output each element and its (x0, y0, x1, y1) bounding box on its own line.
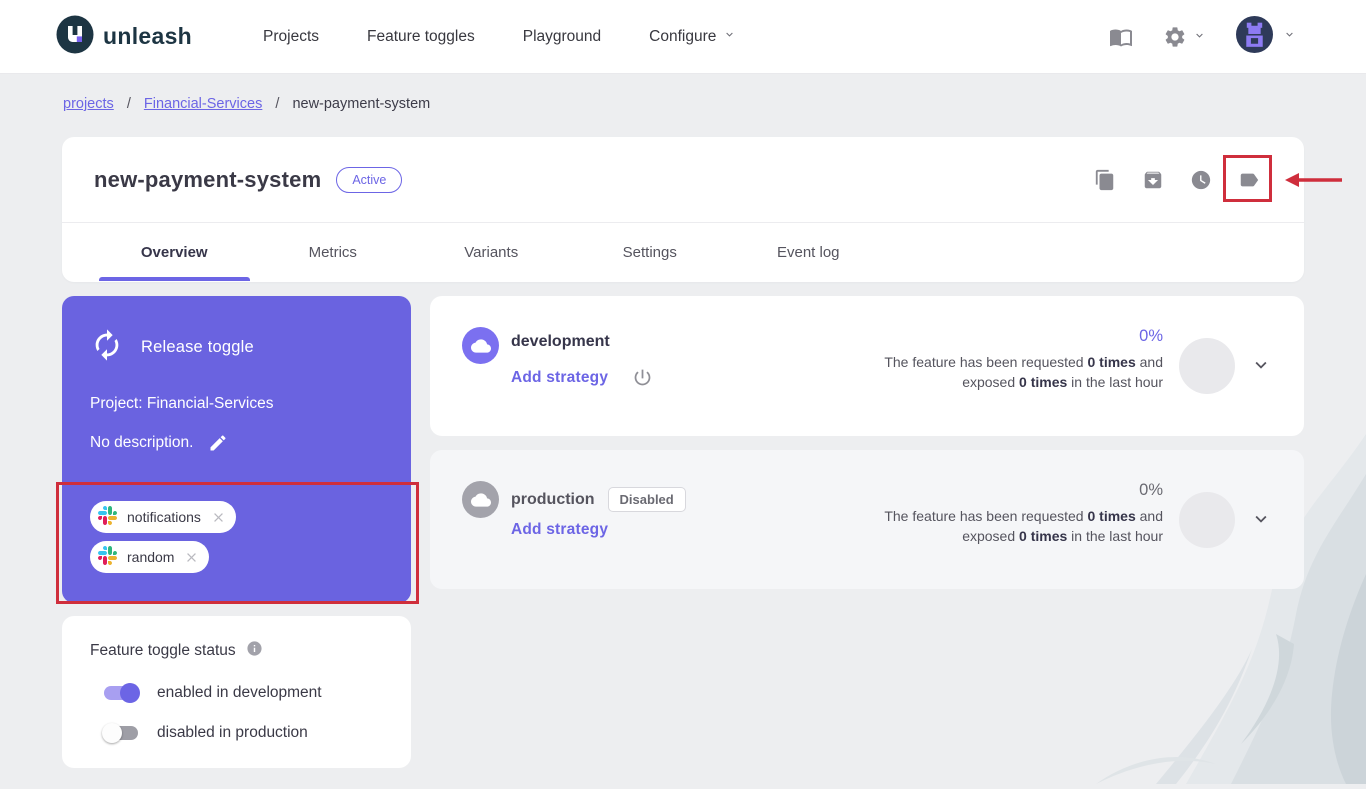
nav-configure-label: Configure (649, 28, 716, 46)
tag-list: notifications random (90, 501, 383, 573)
unleash-logo-icon (56, 15, 94, 59)
breadcrumb-separator: / (275, 96, 279, 112)
environment-name: development (511, 333, 610, 351)
page-title: new-payment-system (94, 167, 321, 193)
settings-gear-menu[interactable] (1163, 25, 1206, 49)
expand-environment-button[interactable] (1250, 354, 1272, 376)
breadcrumb-current: new-payment-system (292, 96, 430, 112)
tab-settings[interactable]: Settings (571, 223, 730, 281)
nav-projects[interactable]: Projects (263, 28, 319, 46)
feature-header-card: new-payment-system Active Overview Metri… (62, 137, 1304, 282)
unleash-logo[interactable]: unleash (56, 15, 192, 59)
tag-icon (1238, 169, 1260, 191)
nav-playground[interactable]: Playground (523, 28, 601, 46)
edit-description-button[interactable] (208, 433, 228, 453)
release-toggle-icon (90, 328, 124, 367)
toggle-development-label: enabled in development (157, 684, 322, 702)
tab-event-log[interactable]: Event log (729, 223, 888, 281)
documentation-book-icon[interactable] (1109, 25, 1133, 49)
main-nav-links: Projects Feature toggles Playground Conf… (263, 28, 736, 46)
chevron-down-icon (1283, 28, 1296, 46)
gear-icon (1163, 25, 1187, 49)
metrics-summary: The feature has been requested 0 times a… (883, 352, 1163, 392)
disable-environment-button[interactable] (632, 367, 653, 388)
environment-cloud-icon (462, 481, 499, 518)
feature-info-card: Release toggle Project: Financial-Servic… (62, 296, 411, 603)
brand-name: unleash (103, 23, 192, 50)
tag-label: random (127, 549, 174, 565)
feature-tabs: Overview Metrics Variants Settings Event… (62, 223, 1304, 281)
nav-feature-toggles[interactable]: Feature toggles (367, 28, 475, 46)
metrics-summary: The feature has been requested 0 times a… (883, 506, 1163, 546)
top-nav: unleash Projects Feature toggles Playgro… (0, 0, 1366, 74)
expand-environment-button[interactable] (1250, 508, 1272, 530)
environment-card-development: development Add strategy 0% The feature … (430, 296, 1304, 436)
tab-variants[interactable]: Variants (412, 223, 571, 281)
tab-metrics[interactable]: Metrics (254, 223, 413, 281)
add-strategy-link[interactable]: Add strategy (511, 369, 608, 387)
disabled-badge: Disabled (608, 487, 686, 512)
close-icon (184, 550, 199, 565)
toggle-production-switch[interactable] (104, 726, 138, 740)
nav-configure[interactable]: Configure (649, 28, 736, 46)
breadcrumb-project-name[interactable]: Financial-Services (144, 96, 262, 112)
tag-chip-random: random (90, 541, 209, 573)
toggle-type-label: Release toggle (141, 338, 254, 357)
slack-icon (98, 546, 117, 568)
archive-icon (1142, 169, 1164, 191)
exposure-percent: 0% (883, 327, 1163, 346)
copy-feature-button[interactable] (1094, 169, 1116, 191)
toggle-development-switch[interactable] (104, 686, 138, 700)
chevron-down-icon (723, 28, 736, 46)
tag-chip-notifications: notifications (90, 501, 236, 533)
archive-feature-button[interactable] (1142, 169, 1164, 191)
avatar (1236, 16, 1273, 58)
metrics-donut-placeholder (1179, 492, 1235, 548)
feature-status-card: Feature toggle status enabled in develop… (62, 616, 411, 768)
history-button[interactable] (1190, 169, 1212, 191)
exposure-percent: 0% (883, 481, 1163, 500)
description-text: No description. (90, 434, 193, 452)
project-line: Project: Financial-Services (90, 395, 383, 413)
breadcrumb-separator: / (127, 96, 131, 112)
environment-cloud-icon (462, 327, 499, 364)
slack-icon (98, 506, 117, 528)
chevron-down-icon (1250, 354, 1272, 376)
remove-tag-button[interactable] (184, 550, 199, 565)
status-card-title: Feature toggle status (90, 642, 236, 660)
user-menu[interactable] (1236, 16, 1296, 58)
status-badge: Active (336, 167, 402, 193)
copy-icon (1094, 169, 1116, 191)
metrics-donut-placeholder (1179, 338, 1235, 394)
chevron-down-icon (1193, 29, 1206, 45)
remove-tag-button[interactable] (211, 510, 226, 525)
breadcrumb-projects[interactable]: projects (63, 96, 114, 112)
info-icon[interactable] (246, 640, 263, 662)
tag-feature-button[interactable] (1238, 169, 1260, 191)
environment-card-production: production Disabled Add strategy 0% The … (430, 450, 1304, 589)
pencil-icon (208, 433, 228, 453)
chevron-down-icon (1250, 508, 1272, 530)
power-icon (632, 367, 653, 388)
breadcrumb: projects / Financial-Services / new-paym… (63, 96, 430, 112)
toggle-production-label: disabled in production (157, 724, 308, 742)
add-strategy-link[interactable]: Add strategy (511, 521, 608, 539)
environment-name: production (511, 491, 595, 509)
tag-label: notifications (127, 509, 201, 525)
history-clock-icon (1190, 169, 1212, 191)
close-icon (211, 510, 226, 525)
tab-overview[interactable]: Overview (95, 223, 254, 281)
